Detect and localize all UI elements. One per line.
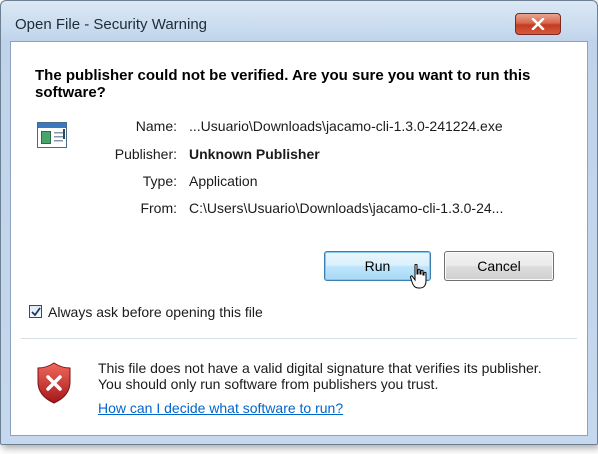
mouse-cursor-icon xyxy=(409,263,428,295)
detail-label: From: xyxy=(140,200,177,216)
detail-row-publisher: Publisher: Unknown Publisher xyxy=(11,146,589,166)
publisher-value: Unknown Publisher xyxy=(189,146,320,162)
file-name-value: ...Usuario\Downloads\jacamo-cli-1.3.0-24… xyxy=(189,118,503,134)
detail-label: Type: xyxy=(142,173,177,189)
detail-row-name: Name: ...Usuario\Downloads\jacamo-cli-1.… xyxy=(11,118,589,138)
window-title: Open File - Security Warning xyxy=(15,16,208,33)
always-ask-checkbox[interactable] xyxy=(29,305,42,318)
security-warning-dialog: Open File - Security Warning The publish… xyxy=(0,0,598,445)
from-path-value: C:\Users\Usuario\Downloads\jacamo-cli-1.… xyxy=(189,200,504,216)
divider xyxy=(21,338,577,339)
title-bar[interactable]: Open File - Security Warning xyxy=(1,1,597,41)
close-button[interactable] xyxy=(515,13,561,35)
detail-label: Publisher: xyxy=(114,146,177,162)
cancel-button[interactable]: Cancel xyxy=(444,251,554,281)
detail-row-from: From: C:\Users\Usuario\Downloads\jacamo-… xyxy=(11,200,589,220)
type-value: Application xyxy=(189,173,258,189)
help-link[interactable]: How can I decide what software to run? xyxy=(98,400,343,416)
detail-row-type: Type: Application xyxy=(11,173,589,193)
checkmark-icon xyxy=(31,307,41,317)
warning-headline: The publisher could not be verified. Are… xyxy=(35,67,531,101)
detail-label: Name: xyxy=(135,118,177,134)
security-shield-icon xyxy=(37,362,71,409)
always-ask-label[interactable]: Always ask before opening this file xyxy=(48,304,263,320)
unsigned-warning-text: This file does not have a valid digital … xyxy=(98,360,542,392)
dialog-content: The publisher could not be verified. Are… xyxy=(10,41,588,436)
